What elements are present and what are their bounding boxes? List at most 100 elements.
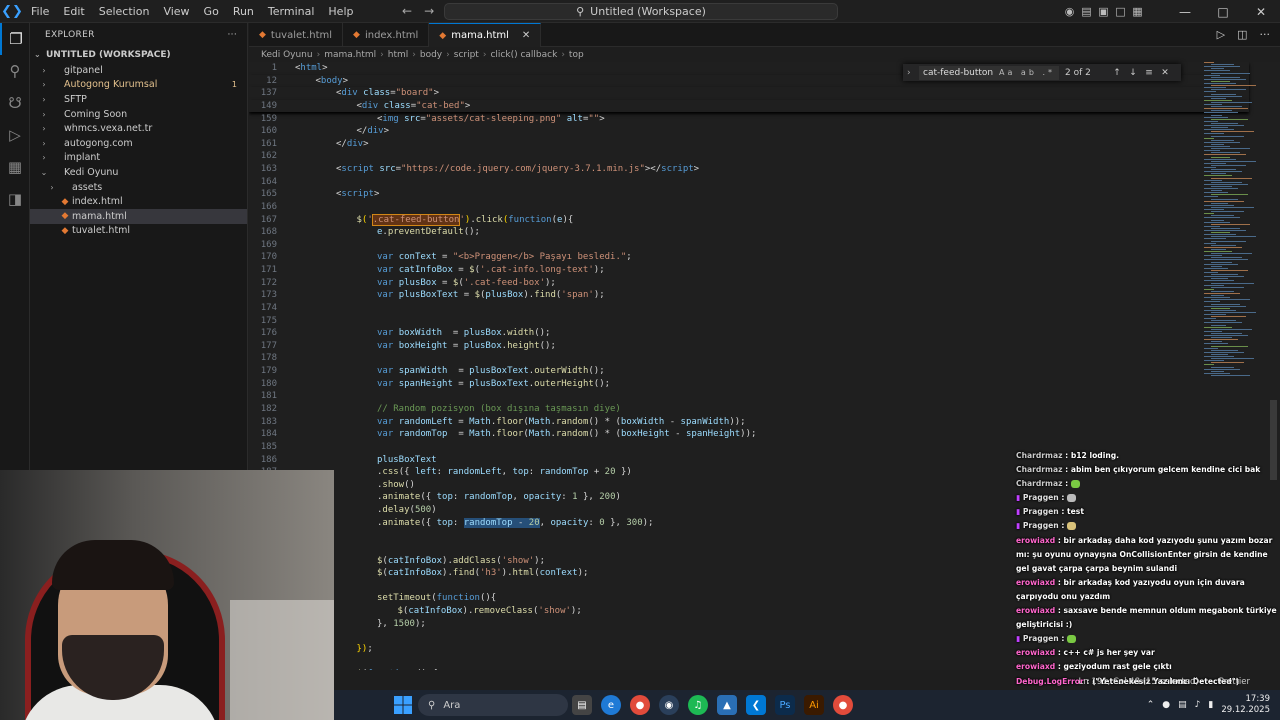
find-in-selection-icon[interactable]: ≡ (1141, 68, 1157, 78)
menu-go[interactable]: Go (197, 0, 226, 23)
photoshop-icon[interactable]: Ps (775, 695, 795, 715)
code-line[interactable]: 183 var randomLeft = Math.floor(Math.rand… (249, 416, 1249, 429)
code-line[interactable]: 160 </div> (249, 125, 1249, 138)
menu-run[interactable]: Run (226, 0, 261, 23)
tree-item[interactable]: › Coming Soon (30, 107, 247, 122)
layout-sidebar-icon[interactable]: ▤ (1078, 5, 1095, 18)
cursor-position[interactable]: Ln 191, Col 48 (15 selected) (1079, 677, 1199, 687)
menu-file[interactable]: File (24, 0, 56, 23)
prettier-status[interactable]: Prettier (1219, 677, 1250, 687)
tree-item[interactable]: ◆ index.html (30, 194, 247, 209)
menu-edit[interactable]: Edit (56, 0, 91, 23)
breadcrumb-item[interactable]: top (569, 50, 584, 60)
close-window-icon[interactable]: ✕ (1242, 5, 1280, 19)
menu-selection[interactable]: Selection (92, 0, 157, 23)
menu-view[interactable]: View (156, 0, 196, 23)
tree-item[interactable]: › SFTP (30, 92, 247, 107)
remote-icon[interactable]: ◨ (0, 183, 30, 215)
more-actions-icon[interactable]: ··· (228, 30, 237, 40)
close-find-icon[interactable]: ✕ (1157, 68, 1173, 78)
explorer-icon[interactable]: ❐ (0, 23, 30, 55)
tab-tuvalet-html[interactable]: ◆ tuvalet.html (249, 23, 344, 47)
microphone-icon[interactable]: ● (1162, 700, 1170, 710)
code-line[interactable]: 174 (249, 302, 1249, 315)
more-actions-icon[interactable]: ··· (1260, 28, 1271, 41)
filezilla-icon[interactable]: ▲ (717, 695, 737, 715)
code-line[interactable]: 164 (249, 176, 1249, 189)
extensions-icon[interactable]: ▦ (0, 151, 30, 183)
back-arrow-icon[interactable]: ← (402, 4, 412, 18)
code-line[interactable]: 182 // Random pozisyon (box dışına taşmas… (249, 403, 1249, 416)
customize-layout-icon[interactable]: ▦ (1129, 5, 1146, 18)
code-line[interactable]: 172 var plusBox = $('.cat-feed-box'); (249, 277, 1249, 290)
next-match-icon[interactable]: ↓ (1125, 68, 1141, 78)
close-tab-icon[interactable]: ✕ (522, 30, 530, 41)
code-line[interactable]: 168 e.preventDefault(); (249, 226, 1249, 239)
menu-help[interactable]: Help (321, 0, 360, 23)
copilot-icon[interactable]: ◉ (1061, 5, 1078, 18)
battery-icon[interactable]: ▮ (1208, 700, 1213, 710)
minimize-icon[interactable]: — (1166, 5, 1204, 19)
code-line[interactable]: 137 <div class="board"> (249, 87, 1249, 100)
tree-item[interactable]: › gitpanel (30, 63, 247, 78)
source-control-icon[interactable]: ☋ (0, 87, 30, 119)
find-options[interactable]: Aa ab .* (999, 66, 1055, 80)
file-explorer-icon[interactable]: ▤ (572, 695, 592, 715)
code-line[interactable]: 177 var boxHeight = plusBox.height(); (249, 340, 1249, 353)
code-line[interactable]: 175 (249, 315, 1249, 328)
code-line[interactable]: 181 (249, 390, 1249, 403)
tree-item[interactable]: › whmcs.vexa.net.tr (30, 121, 247, 136)
toggle-replace-icon[interactable]: › (907, 68, 919, 78)
volume-icon[interactable]: ♪ (1195, 700, 1201, 710)
previous-match-icon[interactable]: ↑ (1109, 68, 1125, 78)
code-line[interactable]: 159 <img src="assets/cat-sleeping.png" al… (249, 113, 1249, 126)
tree-item[interactable]: ⌄ Kedi Oyunu (30, 165, 247, 180)
minimap[interactable] (1196, 62, 1266, 382)
tab-index-html[interactable]: ◆ index.html (343, 23, 430, 47)
code-line[interactable]: 165 <script> (249, 188, 1249, 201)
run-debug-icon[interactable]: ▷ (0, 119, 30, 151)
code-line[interactable]: 162 (249, 150, 1249, 163)
tree-item[interactable]: › implant (30, 151, 247, 166)
code-line[interactable]: 176 var boxWidth = plusBox.width(); (249, 327, 1249, 340)
code-line[interactable]: 149 <div class="cat-bed"> (249, 99, 1249, 113)
code-line[interactable]: 178 (249, 352, 1249, 365)
chrome-icon[interactable]: ● (630, 695, 650, 715)
code-line[interactable]: 180 var spanHeight = plusBoxText.outerHei… (249, 378, 1249, 391)
code-line[interactable]: 163 <script src="https://code.jquery.com/… (249, 163, 1249, 176)
edge-icon[interactable]: e (601, 695, 621, 715)
tree-item[interactable]: › assets (30, 180, 247, 195)
code-line[interactable]: 171 var catInfoBox = $('.cat-info.long-te… (249, 264, 1249, 277)
maximize-icon[interactable]: □ (1204, 5, 1242, 19)
breadcrumb-item[interactable]: Kedi Oyunu (261, 50, 313, 60)
breadcrumb-item[interactable]: mama.html (324, 50, 376, 60)
tree-item[interactable]: ◆ mama.html (30, 208, 247, 224)
breadcrumb-item[interactable]: click() callback (490, 50, 557, 60)
code-line[interactable]: 173 var plusBoxText = $(plusBox).find('sp… (249, 289, 1249, 302)
code-line[interactable]: 167 $('.cat-feed-button').click(function(… (249, 213, 1249, 227)
split-editor-icon[interactable]: ◫ (1237, 28, 1247, 41)
find-input[interactable]: cat-feed-button Aa ab .* (919, 65, 1059, 80)
vscode-icon[interactable]: ❮ (746, 695, 766, 715)
clock[interactable]: 17:39 29.12.2025 (1221, 694, 1270, 716)
code-line[interactable]: 179 var spanWidth = plusBoxText.outerWidt… (249, 365, 1249, 378)
menu-terminal[interactable]: Terminal (261, 0, 322, 23)
tree-item[interactable]: ◆ tuvalet.html (30, 224, 247, 239)
code-line[interactable]: 166 (249, 201, 1249, 214)
code-line[interactable]: 169 (249, 239, 1249, 252)
workspace-header[interactable]: ⌄ UNTITLED (WORKSPACE) (30, 46, 247, 63)
run-icon[interactable]: ▷ (1217, 28, 1225, 41)
breadcrumb-item[interactable]: body (420, 50, 442, 60)
tab-mama-html[interactable]: ◆ mama.html ✕ (429, 23, 542, 47)
layout-panel-icon[interactable]: ▣ (1095, 5, 1112, 18)
code-line[interactable]: 161 </div> (249, 138, 1249, 151)
spotify-icon[interactable]: ♫ (688, 695, 708, 715)
windows-start-icon[interactable] (394, 696, 412, 714)
breadcrumb-item[interactable]: html (388, 50, 409, 60)
network-icon[interactable]: ▤ (1178, 700, 1187, 710)
tree-item[interactable]: › Autogong Kurumsal 1 (30, 78, 247, 93)
layout-secondary-icon[interactable]: □ (1112, 5, 1129, 18)
breadcrumb-item[interactable]: script (454, 50, 479, 60)
tree-item[interactable]: › autogong.com (30, 136, 247, 151)
tray-chevron-icon[interactable]: ⌃ (1147, 700, 1155, 710)
